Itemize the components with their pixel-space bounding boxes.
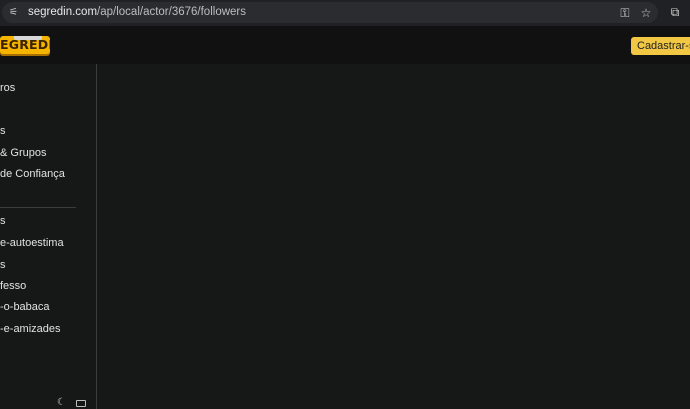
sidebar-category-5[interactable]: -e-amizades [0,321,61,337]
logo-text: EGREDIN [0,37,50,52]
sidebar-item-0[interactable]: ros [0,80,15,96]
site-header: EGREDIN Cadastrar-se [0,26,690,64]
address-bar[interactable]: ⚟ segredin.com/ap/local/actor/3676/follo… [2,2,658,23]
url-path: /ap/local/actor/3676/followers [97,6,246,18]
sidebar-category-2[interactable]: s [0,257,6,273]
extensions-icon[interactable]: ⧉ [668,5,682,19]
star-icon[interactable]: ☆ [639,6,653,20]
main-content [97,64,690,409]
sidebar-divider [0,207,76,208]
sidebar-item-groups[interactable]: & Grupos [0,145,46,161]
sidebar-category-4[interactable]: -o-babaca [0,299,50,315]
url-text[interactable]: segredin.com/ap/local/actor/3676/followe… [28,6,246,18]
sidebar-item-1[interactable]: s [0,123,6,139]
site-logo[interactable]: EGREDIN [0,36,50,54]
signup-button[interactable]: Cadastrar-se [631,37,690,55]
sidebar-item-trust[interactable]: de Confiança [0,166,65,182]
moon-icon[interactable]: ☾ [57,398,67,408]
url-host: segredin.com [28,6,98,18]
browser-toolbar: ⚟ segredin.com/ap/local/actor/3676/follo… [0,0,690,26]
sidebar-category-1[interactable]: e-autoestima [0,235,64,251]
password-key-icon[interactable]: ⚿ [618,6,632,20]
site-info-icon[interactable]: ⚟ [9,7,21,18]
sidebar-category-0[interactable]: s [0,213,6,229]
sidebar-category-3[interactable]: fesso [0,278,26,294]
keyboard-icon[interactable] [76,400,86,407]
